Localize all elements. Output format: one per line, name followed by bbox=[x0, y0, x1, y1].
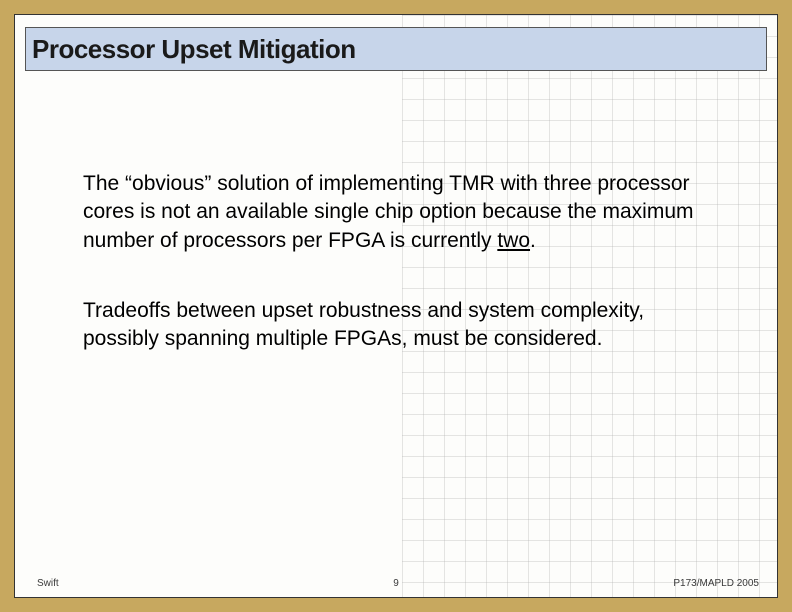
slide-title: Processor Upset Mitigation bbox=[32, 34, 356, 65]
footer: Swift 9 P173/MAPLD 2005 bbox=[15, 578, 777, 589]
title-bar: Processor Upset Mitigation bbox=[25, 27, 767, 71]
page-number: 9 bbox=[393, 578, 399, 589]
paragraph-1-underline: two bbox=[497, 229, 530, 252]
paragraph-1-text-b: . bbox=[530, 229, 536, 252]
footer-left: Swift bbox=[37, 578, 59, 589]
footer-right: P173/MAPLD 2005 bbox=[673, 578, 759, 589]
paragraph-1-text-a: The “obvious” solution of implementing T… bbox=[83, 172, 694, 252]
body-content: The “obvious” solution of implementing T… bbox=[83, 170, 717, 396]
paragraph-1: The “obvious” solution of implementing T… bbox=[83, 170, 717, 255]
slide: Processor Upset Mitigation The “obvious”… bbox=[0, 0, 792, 612]
slide-inner: Processor Upset Mitigation The “obvious”… bbox=[14, 14, 778, 598]
paragraph-2: Tradeoffs between upset robustness and s… bbox=[83, 297, 717, 354]
